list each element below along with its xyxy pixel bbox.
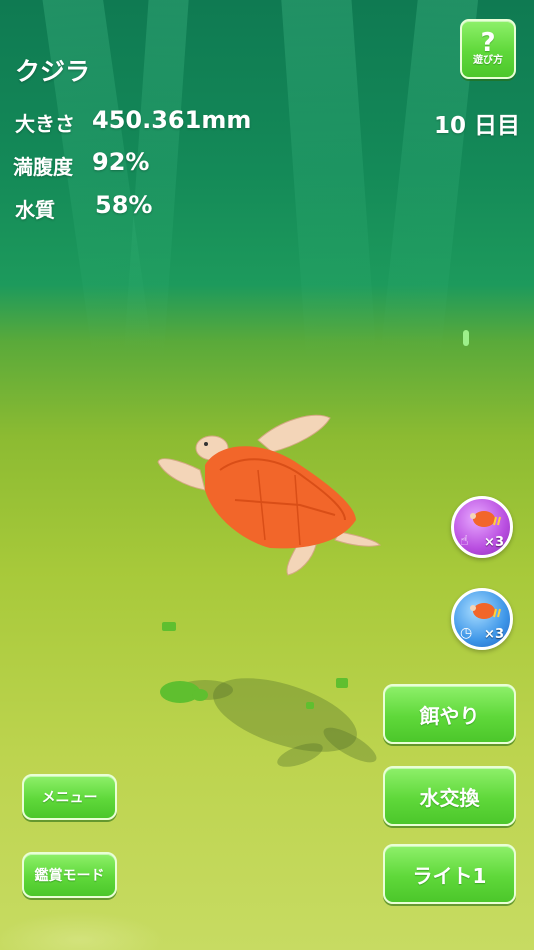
fullness-value: 92% [92,148,150,176]
size-value: 450.361mm [92,106,252,134]
timer-boost-button[interactable]: ◷ ×3 [451,588,513,650]
tap-boost-button[interactable]: ☝ ×3 [451,496,513,558]
fullness-label: 満腹度 [13,155,73,179]
viewing-mode-button[interactable]: 鑑賞モード [22,852,117,898]
water-quality-value: 58% [95,191,153,219]
water-change-button[interactable]: 水交換 [383,766,516,826]
help-button[interactable]: ? 遊び方 [460,19,516,79]
menu-button[interactable]: メニュー [22,774,117,820]
creature-name: クジラ [15,57,91,86]
question-icon: ? [480,28,496,58]
tap-icon: ☝ [460,533,469,549]
day-counter: 10 日目 [433,113,520,139]
feed-button[interactable]: 餌やり [383,684,516,744]
size-label: 大きさ [15,112,75,136]
light-button[interactable]: ライト1 [383,844,516,904]
boost-multiplier: ×3 [484,535,504,550]
clock-icon: ◷ [460,625,473,641]
water-quality-label: 水質 [15,198,55,222]
help-label: 遊び方 [473,55,503,66]
boost-multiplier: ×3 [484,627,504,642]
